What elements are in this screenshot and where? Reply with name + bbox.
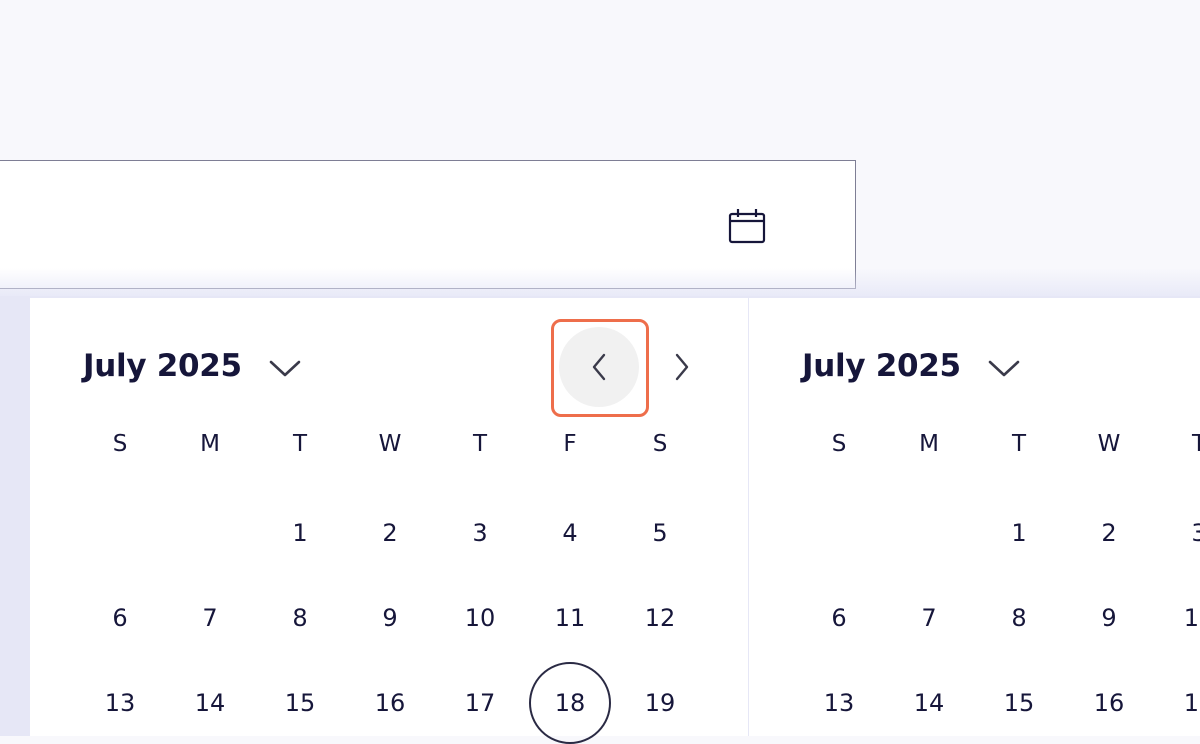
month-panel-right: July 2025 S M T W T 123 678910 1314151617	[749, 298, 1200, 736]
day-cell[interactable]: 8	[974, 598, 1064, 638]
day-cell[interactable]: 14	[165, 683, 255, 723]
day-cell[interactable]: 9	[1064, 598, 1154, 638]
day-cell[interactable]: 2	[345, 513, 435, 553]
day-cell[interactable]: 17	[435, 683, 525, 723]
day-cell[interactable]: 14	[884, 683, 974, 723]
highlight-box	[551, 319, 649, 417]
weekday-header: W	[378, 431, 402, 457]
weekday-header: T	[292, 431, 308, 457]
day-cell[interactable]: 4	[525, 513, 615, 553]
day-cell[interactable]: 19	[615, 683, 705, 723]
weekday-header: S	[112, 431, 128, 457]
weekday-header: S	[831, 431, 847, 457]
chevron-down-icon[interactable]	[267, 356, 303, 380]
weekday-header: W	[1097, 431, 1121, 457]
day-cell[interactable]: 7	[165, 598, 255, 638]
day-cell[interactable]: 6	[794, 598, 884, 638]
day-cell[interactable]: 7	[884, 598, 974, 638]
day-cell[interactable]: 1	[255, 513, 345, 553]
chevron-down-icon[interactable]	[986, 356, 1022, 380]
day-cell[interactable]: 16	[1064, 683, 1154, 723]
weekday-header: T	[1191, 431, 1200, 457]
day-cell[interactable]: 10	[1154, 598, 1200, 638]
day-cell[interactable]: 18	[525, 683, 615, 723]
month-title: July 2025	[802, 348, 961, 384]
day-cell[interactable]: 1	[974, 513, 1064, 553]
day-cell[interactable]: 11	[525, 598, 615, 638]
chevron-right-icon	[675, 353, 689, 381]
day-cell[interactable]: 13	[75, 683, 165, 723]
day-cell[interactable]: 16	[345, 683, 435, 723]
weekday-header: M	[919, 431, 939, 457]
day-cell[interactable]: 15	[974, 683, 1064, 723]
weekday-header: M	[200, 431, 220, 457]
day-cell[interactable]: 3	[435, 513, 525, 553]
day-cell[interactable]: 3	[1154, 513, 1200, 553]
weekday-header: F	[563, 431, 577, 457]
day-cell[interactable]: 9	[345, 598, 435, 638]
next-month-button[interactable]	[642, 327, 722, 407]
weekday-header: T	[1011, 431, 1027, 457]
day-cell[interactable]: 8	[255, 598, 345, 638]
day-cell[interactable]: 12	[615, 598, 705, 638]
day-cell[interactable]: 10	[435, 598, 525, 638]
weekday-header: S	[652, 431, 668, 457]
day-cell[interactable]: 6	[75, 598, 165, 638]
day-cell[interactable]: 15	[255, 683, 345, 723]
day-cell[interactable]: 2	[1064, 513, 1154, 553]
day-cell[interactable]: 17	[1154, 683, 1200, 723]
day-cell[interactable]: 13	[794, 683, 884, 723]
weekday-header: T	[472, 431, 488, 457]
month-title: July 2025	[83, 348, 242, 384]
day-cell[interactable]: 5	[615, 513, 705, 553]
calendar-icon[interactable]	[726, 206, 768, 248]
month-panel-left: July 2025 S M T W T F S 1 2 3 4 5 6 7 8 9 10 11 12 13 14 15 16…	[30, 298, 748, 744]
